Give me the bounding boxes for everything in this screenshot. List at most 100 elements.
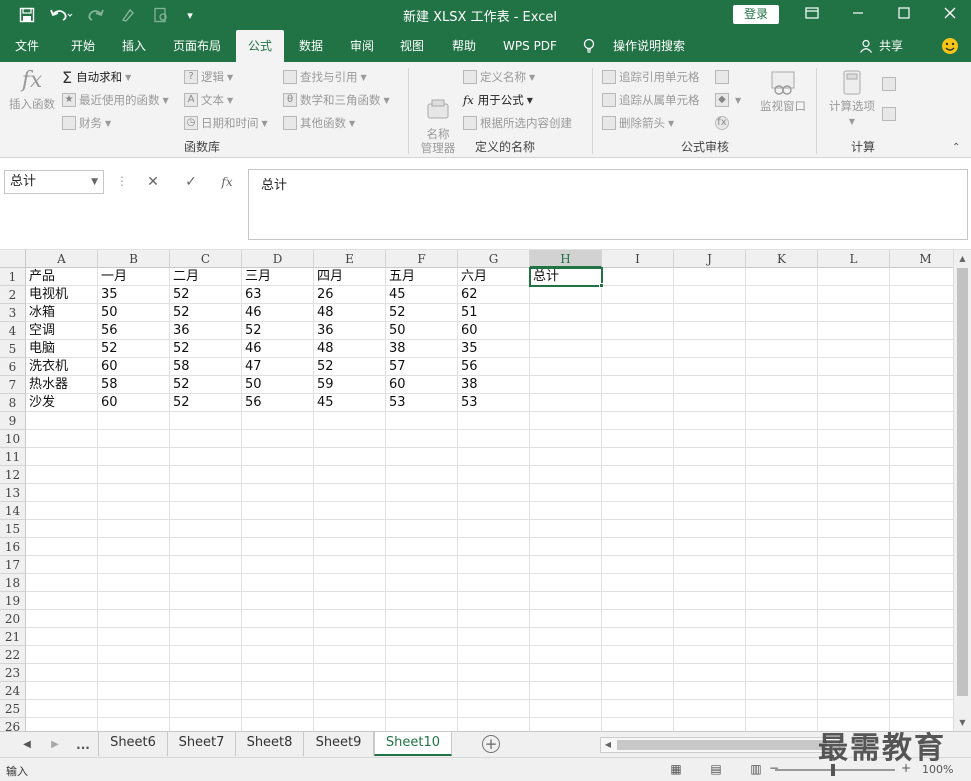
print-preview-icon[interactable] <box>150 5 172 25</box>
grid-cell[interactable] <box>242 430 314 448</box>
grid-cell[interactable] <box>98 682 170 700</box>
grid-cell[interactable] <box>890 484 962 502</box>
grid-cell[interactable] <box>818 664 890 682</box>
grid-cell[interactable]: 52 <box>314 358 386 376</box>
grid-cell[interactable] <box>530 610 602 628</box>
grid-cell[interactable] <box>674 394 746 412</box>
watch-window-button[interactable]: 监视窗口 <box>756 70 810 113</box>
grid-cell[interactable] <box>458 502 530 520</box>
add-sheet-icon[interactable]: + <box>482 735 500 753</box>
grid-cell[interactable] <box>530 664 602 682</box>
grid-cell[interactable] <box>98 520 170 538</box>
evaluate-formula-icon[interactable]: fx <box>715 113 732 133</box>
grid-cell[interactable] <box>386 700 458 718</box>
grid-cell[interactable]: 电视机 <box>26 286 98 304</box>
grid-cell[interactable]: 48 <box>314 304 386 322</box>
grid-cell[interactable] <box>98 700 170 718</box>
tab-page-layout[interactable]: 页面布局 <box>166 30 228 62</box>
grid-cell[interactable] <box>530 502 602 520</box>
row-header[interactable]: 21 <box>0 628 26 646</box>
grid-cell[interactable]: 58 <box>98 376 170 394</box>
grid-cell[interactable] <box>674 664 746 682</box>
grid-cell[interactable] <box>890 448 962 466</box>
grid-cell[interactable] <box>314 574 386 592</box>
grid-cell[interactable] <box>818 412 890 430</box>
grid-cell[interactable] <box>818 628 890 646</box>
zoom-slider[interactable] <box>775 764 895 776</box>
grid-cell[interactable] <box>890 466 962 484</box>
grid-cell[interactable] <box>242 484 314 502</box>
logical-functions-button[interactable]: ? 逻辑 ▼ <box>184 67 233 87</box>
grid-cell[interactable] <box>170 430 242 448</box>
grid-cell[interactable] <box>242 520 314 538</box>
grid-cell[interactable] <box>890 286 962 304</box>
row-header[interactable]: 17 <box>0 556 26 574</box>
grid-cell[interactable] <box>458 592 530 610</box>
row-header[interactable]: 6 <box>0 358 26 376</box>
grid-cell[interactable] <box>386 718 458 731</box>
grid-cell[interactable] <box>602 538 674 556</box>
grid-cell[interactable] <box>818 574 890 592</box>
grid-cell[interactable] <box>746 304 818 322</box>
calculate-sheet-icon[interactable] <box>882 104 899 124</box>
grid-cell[interactable] <box>890 610 962 628</box>
grid-cell[interactable] <box>98 610 170 628</box>
tab-data[interactable]: 数据 <box>290 30 332 62</box>
grid-cell[interactable] <box>818 376 890 394</box>
grid-cell[interactable] <box>170 628 242 646</box>
grid-cell[interactable] <box>818 538 890 556</box>
grid-cell[interactable] <box>890 340 962 358</box>
grid-cell[interactable]: 50 <box>386 322 458 340</box>
grid-cell[interactable] <box>242 682 314 700</box>
grid-cell[interactable]: 空调 <box>26 322 98 340</box>
enter-icon[interactable]: ✓ <box>178 170 204 194</box>
grid-cell[interactable] <box>26 484 98 502</box>
grid-cell[interactable]: 50 <box>98 304 170 322</box>
grid-cell[interactable] <box>602 286 674 304</box>
grid-cell[interactable] <box>818 502 890 520</box>
grid-cell[interactable] <box>674 358 746 376</box>
error-checking-icon[interactable]: ◆ ▼ <box>715 90 741 110</box>
grid-cell[interactable] <box>314 466 386 484</box>
grid-cell[interactable]: 56 <box>98 322 170 340</box>
grid-cell[interactable]: 57 <box>386 358 458 376</box>
more-functions-button[interactable]: 其他函数 ▼ <box>283 113 355 133</box>
grid-cell[interactable] <box>314 448 386 466</box>
grid-cell[interactable] <box>890 394 962 412</box>
prev-sheet-icon[interactable]: ◀ <box>18 735 36 755</box>
row-header[interactable]: 7 <box>0 376 26 394</box>
grid-cell[interactable]: 26 <box>314 286 386 304</box>
undo-icon[interactable] <box>46 5 76 25</box>
grid-cell[interactable] <box>98 556 170 574</box>
grid-cell[interactable]: 52 <box>170 304 242 322</box>
grid-cell[interactable]: 五月 <box>386 268 458 286</box>
grid-cell[interactable] <box>314 412 386 430</box>
grid-cell[interactable] <box>818 448 890 466</box>
grid-cell[interactable] <box>818 268 890 286</box>
grid-cell[interactable] <box>746 556 818 574</box>
grid-cell[interactable] <box>386 664 458 682</box>
grid-cell[interactable] <box>890 538 962 556</box>
row-header[interactable]: 1 <box>0 268 26 286</box>
grid-cell[interactable] <box>890 412 962 430</box>
grid-cell[interactable] <box>170 646 242 664</box>
row-header[interactable]: 2 <box>0 286 26 304</box>
grid-cell[interactable] <box>386 412 458 430</box>
grid-cell[interactable] <box>602 502 674 520</box>
grid-cell[interactable] <box>386 646 458 664</box>
grid-cell[interactable] <box>386 484 458 502</box>
row-header[interactable]: 20 <box>0 610 26 628</box>
format-painter-icon[interactable] <box>116 5 144 25</box>
login-button[interactable]: 登录 <box>733 5 779 24</box>
math-functions-button[interactable]: θ 数学和三角函数 ▼ <box>283 90 390 110</box>
remove-arrows-button[interactable]: 删除箭头 ▼ <box>602 113 674 133</box>
grid-cell[interactable] <box>386 430 458 448</box>
grid-cell[interactable] <box>458 430 530 448</box>
grid-cell[interactable]: 53 <box>386 394 458 412</box>
grid-cell[interactable] <box>242 538 314 556</box>
grid-cell[interactable] <box>314 502 386 520</box>
grid-cell[interactable] <box>458 412 530 430</box>
grid-cell[interactable] <box>530 718 602 731</box>
grid-cell[interactable] <box>242 574 314 592</box>
column-header[interactable]: G <box>458 250 530 268</box>
